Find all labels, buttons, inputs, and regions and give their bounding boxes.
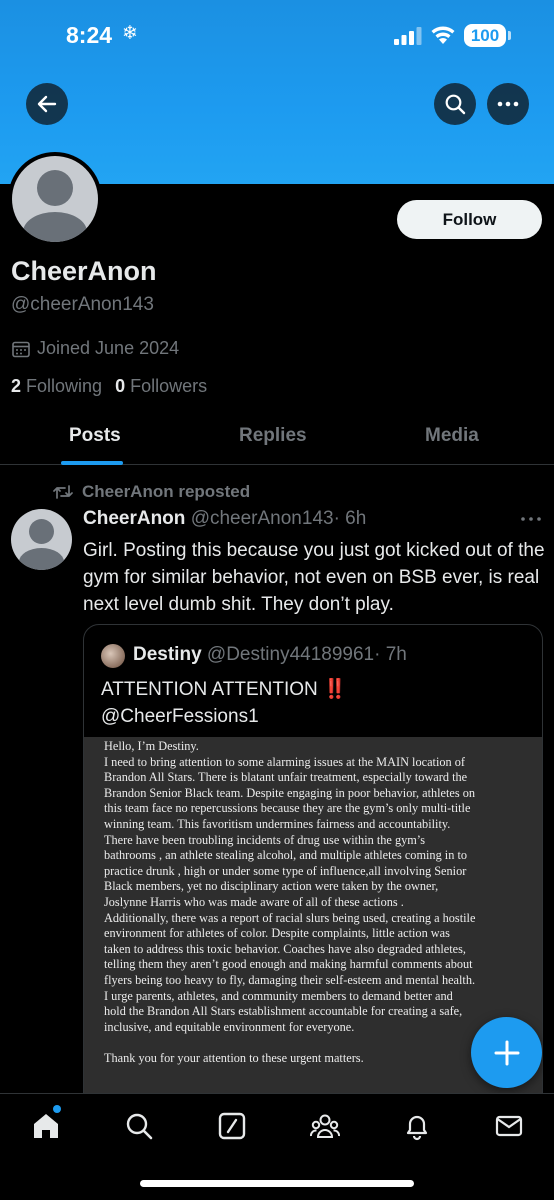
doc-line: Joslynne Harris who was made aware of al… (104, 894, 404, 909)
quote-author-name: Destiny (133, 644, 202, 665)
repost-icon (53, 485, 73, 499)
profile-display-name: CheerAnon (11, 256, 157, 286)
mail-icon[interactable] (494, 1111, 524, 1141)
search-icon (445, 94, 466, 115)
plus-icon (494, 1040, 519, 1065)
notification-dot (53, 1105, 61, 1113)
joined-text: Joined June 2024 (37, 338, 180, 358)
followers-label: Followers (130, 376, 208, 396)
home-indicator (140, 1180, 414, 1187)
search-button[interactable] (434, 83, 476, 125)
profile-avatar[interactable] (8, 152, 102, 246)
bottom-nav (0, 1093, 554, 1200)
doc-line: I urge parents, athletes, and community … (104, 988, 453, 1003)
bell-icon[interactable] (402, 1111, 432, 1141)
communities-icon[interactable] (310, 1111, 340, 1141)
doc-line: Black members, yet no disciplinary actio… (104, 879, 439, 894)
doc-line: bathrooms , an athlete stealing alcohol,… (104, 848, 468, 863)
quote-author-avatar (101, 644, 125, 668)
post-header: CheerAnon @cheerAnon143· 6h (83, 508, 366, 530)
doc-line: this team face no repercussions because … (104, 801, 471, 816)
tab-replies[interactable]: Replies (239, 425, 307, 447)
doc-line: Thank you for your attention to these ur… (104, 1050, 364, 1065)
doc-line: Additionally, there was a report of raci… (104, 910, 476, 925)
back-button[interactable] (26, 83, 68, 125)
home-icon[interactable] (31, 1111, 61, 1141)
quote-header: Destiny @Destiny44189961· 7h (133, 644, 407, 666)
more-options-button[interactable] (487, 83, 529, 125)
profile-handle: @cheerAnon143 (11, 294, 154, 315)
grok-icon[interactable] (217, 1111, 247, 1141)
followers-link[interactable]: 0 Followers (115, 376, 207, 397)
doc-line: environment for athletes of color. Despi… (104, 926, 450, 941)
follow-button[interactable]: Follow (397, 200, 542, 239)
post-author-handle[interactable]: @cheerAnon143 (191, 508, 334, 529)
post-text: Girl. Posting this because you just got … (83, 540, 545, 615)
doc-line: telling them they aren’t good enough and… (104, 957, 473, 972)
quote-mention[interactable]: @CheerFessions1 (101, 706, 259, 727)
tab-posts[interactable]: Posts (69, 425, 121, 447)
repost-label: CheerAnon reposted (82, 482, 251, 501)
joined-date: Joined June 2024 (11, 338, 179, 359)
search-icon[interactable] (124, 1111, 154, 1141)
following-link[interactable]: 2 Following (11, 376, 102, 397)
quote-document-image[interactable]: Hello, I’m Destiny. I need to bring atte… (84, 737, 542, 1143)
doc-line: taken to address this toxic behavior. Co… (104, 941, 466, 956)
doc-line: I need to bring attention to some alarmi… (104, 754, 465, 769)
doc-line: There have been troubling incidents of d… (104, 832, 426, 847)
doc-line: Brandon All Stars. There is blatant unfa… (104, 770, 468, 785)
post-time: · 6h (333, 508, 367, 529)
doc-line: practice drunk , high or under some type… (104, 863, 467, 878)
battery-tip (508, 31, 511, 40)
quote-time: · 7h (374, 644, 407, 665)
battery-indicator: 100 (464, 24, 506, 47)
default-avatar-icon (12, 156, 98, 242)
arrow-left-icon (37, 95, 57, 113)
doc-line: Hello, I’m Destiny. (104, 739, 199, 753)
more-horizontal-icon (497, 101, 519, 107)
wifi-icon (431, 26, 455, 44)
doc-line: Brandon Senior Black team. Despite engag… (104, 785, 476, 800)
following-count: 2 (11, 376, 22, 396)
quote-author-handle: @Destiny44189961 (206, 644, 375, 665)
active-tab-indicator (61, 461, 123, 465)
snowflake-icon: ❄ (122, 23, 138, 44)
post-more-icon[interactable] (520, 512, 542, 526)
follow-stats: 2 Following 0 Followers (11, 376, 207, 397)
repost-indicator[interactable]: CheerAnon reposted (53, 482, 250, 502)
cellular-signal-icon (394, 27, 422, 45)
quote-text: ATTENTION ATTENTION ‼️ @CheerFessions1 (101, 676, 347, 730)
doc-line: flyers being too heavy to fly, damaging … (104, 972, 476, 987)
doc-line (104, 1035, 527, 1051)
following-label: Following (26, 376, 103, 396)
doc-line: inclusive, and equitable environment for… (104, 1019, 355, 1034)
tab-media[interactable]: Media (425, 425, 479, 447)
followers-count: 0 (115, 376, 126, 396)
calendar-icon (12, 341, 30, 357)
post-author-avatar[interactable] (11, 509, 72, 570)
quote-text-line1: ATTENTION ATTENTION (101, 679, 324, 700)
compose-button[interactable] (471, 1017, 542, 1088)
double-exclamation-emoji: ‼️ (323, 679, 347, 700)
doc-line: hold the Brandon All Stars establishment… (104, 1004, 463, 1019)
status-time: 8:24 (66, 22, 113, 48)
doc-line: winning team. This favoritism undermines… (104, 816, 451, 831)
profile-tabs: Posts Replies Media (0, 415, 554, 465)
post-author-name[interactable]: CheerAnon (83, 508, 185, 529)
